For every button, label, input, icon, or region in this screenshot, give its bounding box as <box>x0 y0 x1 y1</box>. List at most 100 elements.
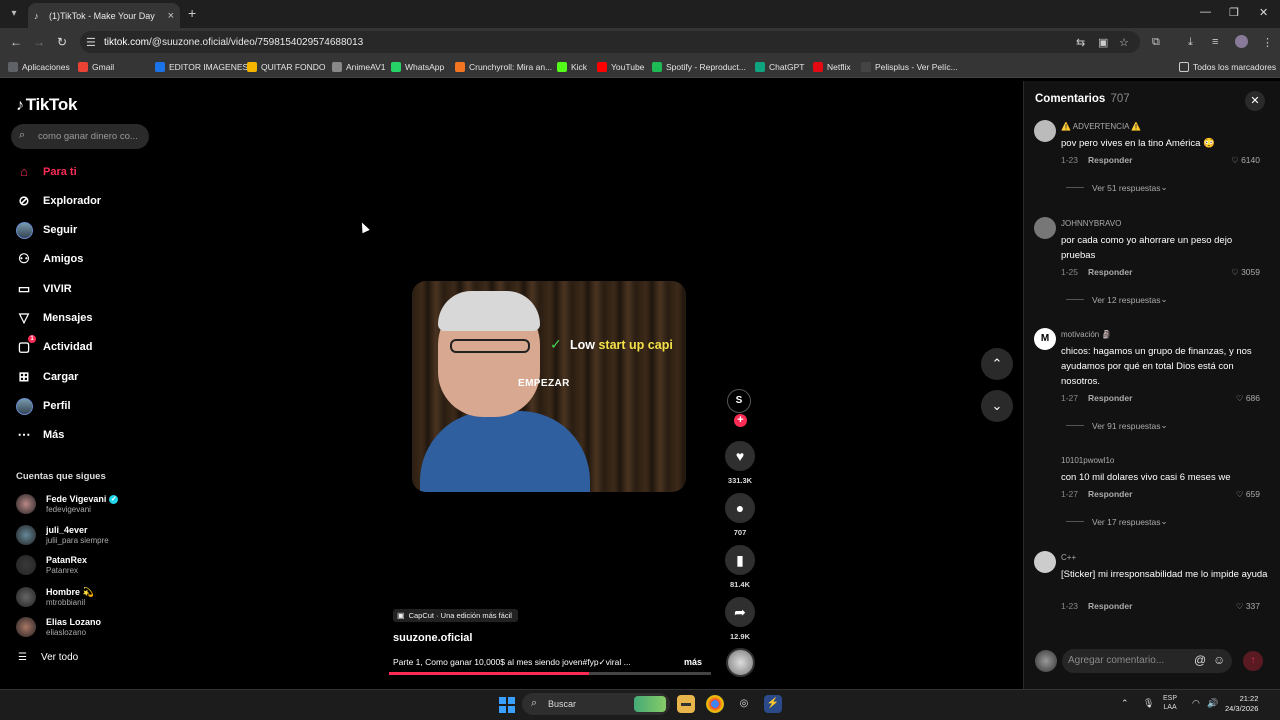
bookmark-9[interactable]: Spotify - Reproduct... <box>652 62 746 72</box>
maximize-icon[interactable]: ❐ <box>1229 6 1239 19</box>
see-all-button[interactable]: ☰ Ver todo <box>18 652 78 663</box>
minimize-icon[interactable]: — <box>1200 6 1211 18</box>
bookmark-0[interactable]: Aplicaciones <box>8 62 70 72</box>
downloads-icon[interactable]: ⤓ <box>1188 36 1193 49</box>
tiktok-logo[interactable]: ♪ TikTok <box>16 95 77 115</box>
reply-button[interactable]: Responder <box>1088 489 1132 499</box>
sidebar-item-7[interactable]: ⊞ Cargar <box>16 367 79 387</box>
music-disc[interactable] <box>726 648 755 677</box>
sidebar-item-4[interactable]: ▭ VIVIR <box>16 279 72 299</box>
clock[interactable]: 21:22 24/3/2026 <box>1225 694 1258 714</box>
bookmark-8[interactable]: YouTube <box>597 62 644 72</box>
bookmark-7[interactable]: Kick <box>557 62 587 72</box>
share-button[interactable]: ➦ <box>725 597 755 627</box>
tab-search-icon[interactable]: ▾ <box>6 6 22 22</box>
view-replies-button[interactable]: Ver 12 respuestas ⌄ <box>1066 294 1168 305</box>
volume-icon[interactable]: 🔊 <box>1207 698 1218 709</box>
sidebar-item-5[interactable]: ▽ Mensajes <box>16 308 93 328</box>
mention-icon[interactable]: @ <box>1194 653 1206 667</box>
comment-button[interactable]: ● <box>725 493 755 523</box>
sidebar-item-6[interactable]: ▢ 1 Actividad <box>16 335 93 357</box>
comment-like-button[interactable]: ♡ 659 <box>1236 489 1260 500</box>
sidebar-item-2[interactable]: Seguir <box>16 220 77 240</box>
taskbar-app-icon[interactable]: ⚡ <box>764 695 782 713</box>
taskbar-search[interactable]: ⌕ Buscar <box>522 693 670 715</box>
bookmark-3[interactable]: QUITAR FONDO <box>247 62 326 72</box>
reload-icon[interactable]: ↻ <box>57 35 67 49</box>
post-comment-button[interactable]: ↑ <box>1243 651 1263 671</box>
emoji-icon[interactable]: ☺ <box>1213 653 1225 667</box>
commenter-name[interactable]: 10101pwowl1o <box>1061 456 1114 465</box>
window-close-icon[interactable]: ✕ <box>1259 6 1268 19</box>
bookmark-1[interactable]: Gmail <box>78 62 114 72</box>
commenter-avatar[interactable]: M <box>1034 328 1056 350</box>
following-account-1[interactable]: juli_4ever julii_para siempre <box>16 522 109 548</box>
sidebar-item-9[interactable]: ⋯ Más <box>16 425 65 445</box>
reply-button[interactable]: Responder <box>1088 267 1132 277</box>
chrome-icon[interactable] <box>706 695 724 713</box>
save-button[interactable]: ▮ <box>725 545 755 575</box>
bookmark-10[interactable]: ChatGPT <box>755 62 804 72</box>
app-icon[interactable]: ◎ <box>735 695 753 713</box>
reply-button[interactable]: Responder <box>1088 601 1132 611</box>
commenter-avatar[interactable] <box>1034 551 1056 573</box>
creator-avatar[interactable]: S <box>727 389 751 413</box>
view-replies-button[interactable]: Ver 91 respuestas ⌄ <box>1066 420 1168 431</box>
following-account-3[interactable]: Hombre 💫 mtrobbianil <box>16 584 94 610</box>
extensions-icon[interactable]: ⧉ <box>1152 36 1160 49</box>
windows-start-icon[interactable] <box>499 697 515 713</box>
comment-like-button[interactable]: ♡ 686 <box>1236 393 1260 404</box>
view-replies-button[interactable]: Ver 51 respuestas ⌄ <box>1066 182 1168 193</box>
comment-like-button[interactable]: ♡ 3059 <box>1231 267 1260 278</box>
bookmark-11[interactable]: Netflix <box>813 62 851 72</box>
back-icon[interactable]: ← <box>10 35 22 49</box>
commenter-name[interactable]: C++ <box>1061 553 1076 562</box>
view-replies-button[interactable]: Ver 17 respuestas ⌄ <box>1066 516 1168 527</box>
sidebar-item-1[interactable]: ⊘ Explorador <box>16 191 102 211</box>
bookmark-2[interactable]: EDITOR IMAGENES <box>155 62 248 72</box>
video-author[interactable]: suuzone.oficial <box>393 632 472 644</box>
bookmark-6[interactable]: Crunchyroll: Mira an... <box>455 62 552 72</box>
site-info-icon[interactable]: ☰ <box>86 36 96 49</box>
more-button[interactable]: más <box>684 657 702 667</box>
commenter-avatar[interactable] <box>1034 217 1056 239</box>
bookmark-5[interactable]: WhatsApp <box>391 62 444 72</box>
search-input[interactable]: ⌕ como ganar dinero co... <box>11 124 149 149</box>
browser-menu-icon[interactable]: ⋮ <box>1262 36 1273 49</box>
tab-close-icon[interactable]: × <box>168 10 174 22</box>
language-indicator[interactable]: ESP LAA <box>1163 694 1177 712</box>
wifi-icon[interactable]: ◠ <box>1192 698 1200 709</box>
comment-like-button[interactable]: ♡ 337 <box>1236 601 1260 612</box>
following-account-0[interactable]: Fede Vigevani ✓ fedevigevani <box>16 491 119 517</box>
follow-plus-icon[interactable]: + <box>734 414 747 427</box>
next-video-button[interactable]: ⌄ <box>981 390 1013 422</box>
address-text[interactable]: tiktok.com/@suuzone.oficial/video/759815… <box>104 37 363 48</box>
tray-overflow-icon[interactable]: ⌃ <box>1121 698 1129 709</box>
commenter-avatar[interactable] <box>1034 120 1056 142</box>
bookmark-star-icon[interactable]: ☆ <box>1119 36 1129 49</box>
video-progress-bar[interactable] <box>389 672 711 675</box>
reply-button[interactable]: Responder <box>1088 155 1132 165</box>
following-account-2[interactable]: PatanRex Patanrex <box>16 552 87 578</box>
commenter-name[interactable]: ⚠️ ADVERTENCIA ⚠️ <box>1061 122 1141 131</box>
file-explorer-icon[interactable]: ▬ <box>677 695 695 713</box>
previous-video-button[interactable]: ⌃ <box>981 348 1013 380</box>
sidebar-item-0[interactable]: ⌂ Para ti <box>16 162 77 182</box>
translate-icon[interactable]: ⇆ <box>1076 36 1085 49</box>
forward-icon[interactable]: → <box>33 35 45 49</box>
comment-input[interactable]: Agregar comentario... @ ☺ <box>1062 649 1232 673</box>
commenter-avatar[interactable] <box>1034 454 1056 476</box>
like-button[interactable]: ♥ <box>725 441 755 471</box>
sidebar-item-8[interactable]: Perfil <box>16 396 71 416</box>
commenter-name[interactable]: JOHNNYBRAVO <box>1061 219 1121 228</box>
sidebar-item-3[interactable]: ⚇ Amigos <box>16 249 83 269</box>
comments-close-button[interactable]: ✕ <box>1245 91 1265 111</box>
comment-like-button[interactable]: ♡ 6140 <box>1231 155 1260 166</box>
commenter-name[interactable]: motivación 🗿 <box>1061 330 1111 339</box>
reply-button[interactable]: Responder <box>1088 393 1132 403</box>
bookmark-12[interactable]: Pelisplus - Ver Pelíc... <box>861 62 958 72</box>
capcut-tag[interactable]: ▣ CapCut · Una edición más fácil <box>393 609 518 622</box>
reading-list-icon[interactable]: ≡ <box>1212 36 1218 48</box>
install-app-icon[interactable]: ▣ <box>1098 36 1108 49</box>
all-bookmarks[interactable]: Todos los marcadores <box>1179 62 1276 72</box>
